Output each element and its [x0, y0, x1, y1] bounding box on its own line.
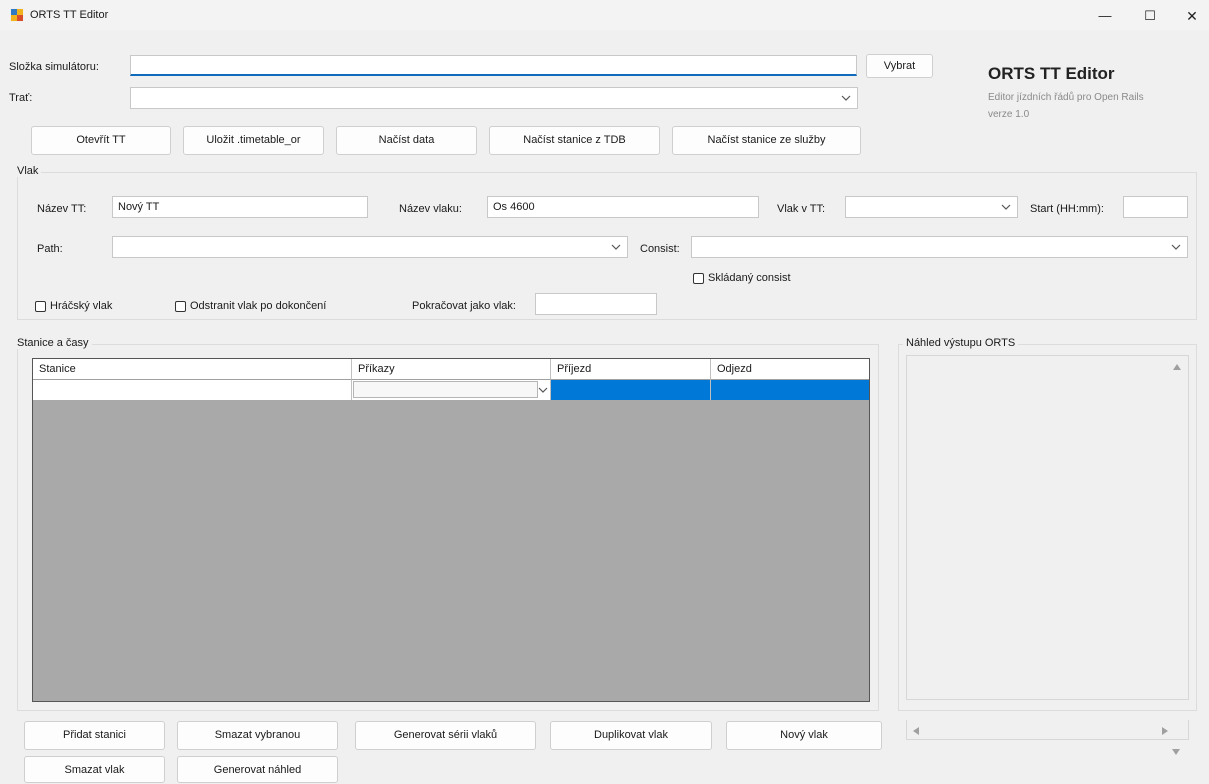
column-header-departure[interactable]: Odjezd — [711, 359, 869, 380]
window-title: ORTS TT Editor — [30, 9, 109, 21]
scroll-down-arrow-icon[interactable] — [1171, 747, 1181, 757]
sim-folder-label: Složka simulátoru: — [9, 61, 99, 73]
remove-train-label: Odstranit vlak po dokončení — [190, 300, 327, 312]
train-group-title: Vlak — [14, 165, 42, 177]
preview-horizontal-scrollbar[interactable] — [906, 720, 1189, 740]
path-label: Path: — [37, 243, 63, 255]
player-train-label: Hráčský vlak — [50, 300, 113, 312]
minimize-button[interactable]: — — [1088, 4, 1122, 28]
preview-textbox[interactable] — [906, 355, 1189, 728]
preview-group-title: Náhled výstupu ORTS — [903, 337, 1019, 349]
sim-folder-input[interactable] — [130, 55, 857, 76]
branding-subtitle: Editor jízdních řádů pro Open Rails — [988, 92, 1144, 103]
composite-consist-checkbox[interactable] — [693, 273, 704, 284]
start-time-label: Start (HH:mm): — [1030, 203, 1104, 215]
tt-name-label: Název TT: — [37, 203, 87, 215]
column-header-station[interactable]: Stanice — [33, 359, 352, 380]
chevron-down-icon — [1171, 244, 1181, 250]
app-window-icon — [10, 8, 24, 22]
consist-label: Consist: — [640, 243, 680, 255]
generate-preview-button[interactable]: Generovat náhled — [177, 756, 338, 783]
branding-version: verze 1.0 — [988, 109, 1030, 120]
station-cell[interactable] — [33, 380, 352, 400]
stations-group-title: Stanice a časy — [14, 337, 92, 349]
delete-selected-button[interactable]: Smazat vybranou — [177, 721, 338, 750]
tt-name-input[interactable]: Nový TT — [112, 196, 368, 218]
continue-as-label: Pokračovat jako vlak: — [412, 300, 516, 312]
chevron-down-icon — [1001, 204, 1011, 210]
scroll-left-arrow-icon[interactable] — [911, 726, 921, 736]
train-in-tt-label: Vlak v TT: — [777, 203, 826, 215]
remove-train-checkbox[interactable] — [175, 301, 186, 312]
open-tt-button[interactable]: Otevřít TT — [31, 126, 171, 155]
add-station-button[interactable]: Přidat stanici — [24, 721, 165, 750]
route-label: Trať: — [9, 92, 33, 104]
new-train-button[interactable]: Nový vlak — [726, 721, 882, 750]
scroll-up-arrow-icon[interactable] — [1172, 362, 1182, 372]
train-name-label: Název vlaku: — [399, 203, 462, 215]
scroll-right-arrow-icon[interactable] — [1160, 726, 1170, 736]
delete-train-button[interactable]: Smazat vlak — [24, 756, 165, 783]
train-name-input[interactable]: Os 4600 — [487, 196, 759, 218]
load-stations-service-button[interactable]: Načíst stanice ze služby — [672, 126, 861, 155]
route-combobox[interactable] — [130, 87, 858, 109]
continue-as-input[interactable] — [535, 293, 657, 315]
duplicate-train-button[interactable]: Duplikovat vlak — [550, 721, 712, 750]
player-train-checkbox[interactable] — [35, 301, 46, 312]
start-time-input[interactable] — [1123, 196, 1188, 218]
chevron-down-icon — [841, 95, 851, 101]
commands-combobox[interactable] — [353, 381, 538, 398]
consist-combobox[interactable] — [691, 236, 1188, 258]
commands-cell[interactable] — [352, 380, 551, 400]
table-row[interactable] — [33, 380, 869, 400]
column-header-arrival[interactable]: Příjezd — [551, 359, 711, 380]
load-stations-tdb-button[interactable]: Načíst stanice z TDB — [489, 126, 660, 155]
chevron-down-icon — [611, 244, 621, 250]
train-in-tt-combobox[interactable] — [845, 196, 1018, 218]
arrival-cell[interactable] — [551, 380, 711, 400]
stations-grid[interactable]: Stanice Příkazy Příjezd Odjezd — [32, 358, 870, 702]
branding-title: ORTS TT Editor — [988, 64, 1115, 83]
select-folder-button[interactable]: Vybrat — [866, 54, 933, 78]
path-combobox[interactable] — [112, 236, 628, 258]
chevron-down-icon — [538, 387, 548, 393]
load-data-button[interactable]: Načíst data — [336, 126, 477, 155]
column-header-commands[interactable]: Příkazy — [352, 359, 551, 380]
composite-consist-label: Skládaný consist — [708, 272, 791, 284]
generate-series-button[interactable]: Generovat sérii vlaků — [355, 721, 536, 750]
title-bar — [0, 0, 1209, 30]
save-timetable-button[interactable]: Uložit .timetable_or — [183, 126, 324, 155]
close-button[interactable]: ✕ — [1175, 4, 1209, 28]
maximize-button[interactable]: ☐ — [1133, 4, 1167, 28]
departure-cell[interactable] — [711, 380, 869, 400]
